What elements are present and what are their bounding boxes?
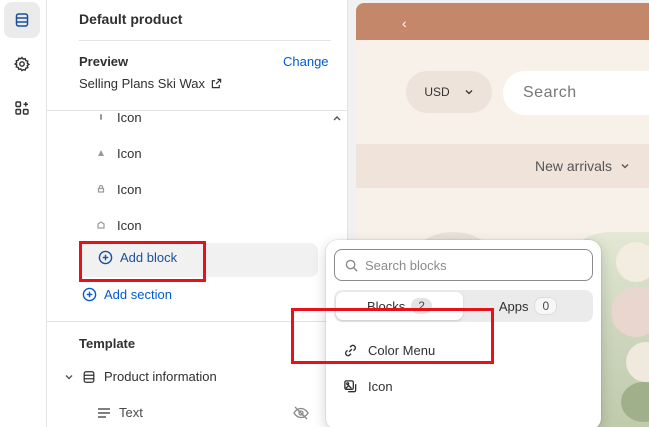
- gear-icon: [14, 56, 30, 72]
- block-icon: [100, 114, 102, 120]
- product-information-label: Product information: [104, 369, 217, 384]
- apps-rail-button[interactable]: [4, 90, 40, 126]
- panel-title: Default product: [79, 11, 183, 27]
- text-block-row[interactable]: Text: [97, 405, 143, 420]
- currency-selector[interactable]: USD: [406, 71, 492, 113]
- block-option-icon[interactable]: Icon: [343, 375, 393, 397]
- template-heading: Template: [79, 336, 136, 351]
- block-icon: [98, 150, 104, 156]
- highlight-add-block: [79, 241, 206, 282]
- tab-apps-label: Apps: [498, 298, 529, 314]
- image-icon: [344, 379, 357, 392]
- text-block-label: Text: [119, 405, 143, 420]
- text-lines-icon: [98, 407, 110, 418]
- preview-divider: [47, 110, 347, 111]
- preview-label: Preview: [79, 54, 129, 69]
- chevron-up-icon[interactable]: [331, 112, 343, 124]
- block-row-icon-4[interactable]: Icon: [95, 214, 142, 236]
- chevron-down-icon: [65, 374, 73, 379]
- store-nav: New arrivals: [356, 144, 649, 188]
- left-rail: [0, 0, 47, 427]
- search-blocks-input[interactable]: Search blocks: [334, 249, 593, 281]
- currency-label: USD: [424, 85, 450, 99]
- block-row-icon-1[interactable]: Icon: [95, 106, 142, 128]
- add-section-label: Add section: [104, 287, 172, 302]
- search-icon: [345, 259, 358, 272]
- external-link-icon: [211, 78, 222, 89]
- chevron-down-icon: [621, 164, 629, 169]
- change-preview-link[interactable]: Change: [283, 54, 329, 69]
- block-label: Icon: [117, 145, 142, 161]
- sections-rail-button[interactable]: [4, 2, 40, 38]
- title-divider: [79, 40, 331, 41]
- announcement-bar: ‹: [356, 3, 649, 40]
- tab-apps-count: 0: [534, 297, 558, 315]
- store-search-input[interactable]: Search: [503, 71, 649, 115]
- block-label: Icon: [117, 109, 142, 125]
- block-label: Icon: [117, 181, 142, 197]
- search-blocks-placeholder: Search blocks: [365, 257, 447, 273]
- add-section-button[interactable]: Add section: [82, 287, 172, 302]
- store-search-placeholder: Search: [523, 84, 577, 101]
- chevron-left-icon[interactable]: ‹: [402, 15, 407, 31]
- block-label: Icon: [117, 217, 142, 233]
- product-information-section[interactable]: Product information: [64, 369, 217, 384]
- section-icon: [83, 370, 95, 383]
- icon-block-label: Icon: [368, 378, 393, 394]
- preview-product-link[interactable]: Selling Plans Ski Wax: [79, 76, 222, 91]
- eye-off-icon[interactable]: [293, 406, 309, 420]
- plus-circle-icon: [82, 287, 97, 302]
- nav-new-arrivals[interactable]: New arrivals: [535, 158, 630, 174]
- nav-new-arrivals-label: New arrivals: [535, 158, 613, 174]
- block-row-icon-3[interactable]: Icon: [95, 178, 142, 200]
- block-icon: [97, 221, 105, 229]
- block-icon: [97, 185, 105, 193]
- highlight-color-menu: [291, 308, 494, 364]
- preview-product-name: Selling Plans Ski Wax: [79, 76, 205, 91]
- sections-icon: [15, 13, 29, 27]
- block-row-icon-2[interactable]: Icon: [95, 142, 142, 164]
- chevron-down-icon: [465, 90, 473, 95]
- apps-icon: [15, 101, 29, 115]
- settings-rail-button[interactable]: [4, 46, 40, 82]
